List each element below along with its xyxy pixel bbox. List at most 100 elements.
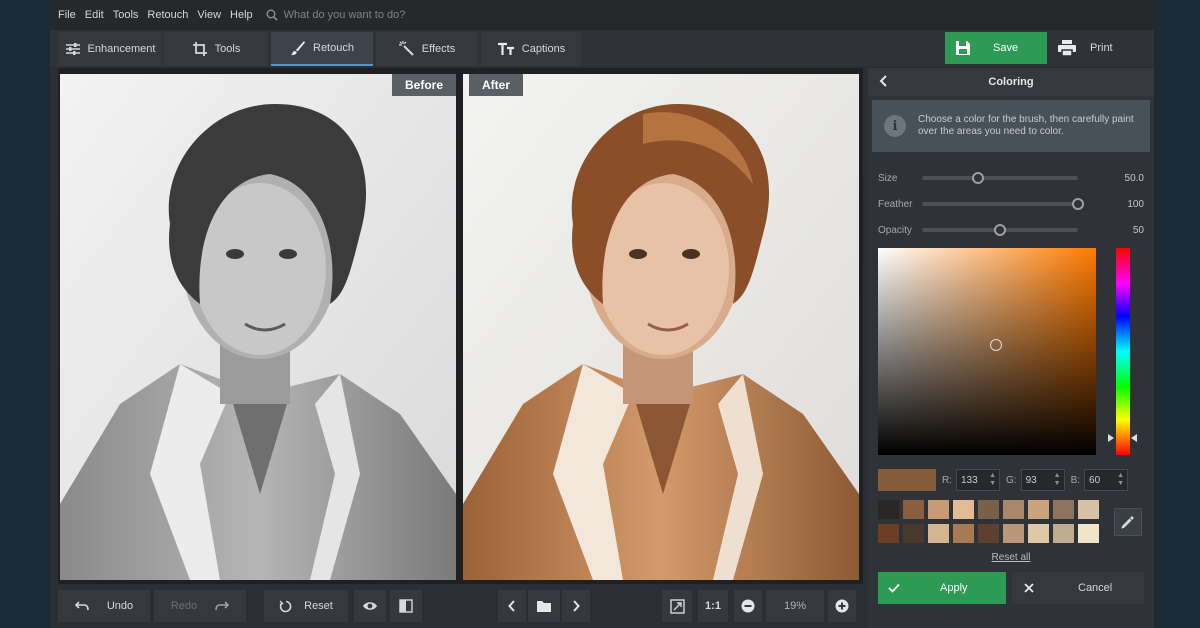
before-photo[interactable]: Before	[60, 74, 456, 580]
hue-slider[interactable]	[1116, 248, 1130, 455]
current-color-swatch	[878, 469, 936, 491]
preview-toggle-button[interactable]	[354, 590, 386, 622]
reset-all-link[interactable]: Reset all	[868, 552, 1154, 563]
color-swatch[interactable]	[878, 500, 899, 519]
color-picker-field[interactable]	[878, 248, 1096, 455]
search-placeholder: What do you want to do?	[283, 9, 406, 21]
color-swatch[interactable]	[928, 500, 949, 519]
color-swatch[interactable]	[1028, 500, 1049, 519]
open-folder-button[interactable]	[528, 590, 560, 622]
undo-button[interactable]: Undo	[58, 590, 150, 622]
color-swatch[interactable]	[1078, 523, 1099, 543]
redo-button[interactable]: Redo	[154, 590, 246, 622]
color-swatch[interactable]	[953, 523, 974, 543]
feather-label: Feather	[878, 198, 913, 210]
color-swatch[interactable]	[903, 523, 924, 543]
color-swatch[interactable]	[978, 523, 999, 543]
blue-input[interactable]: 60 ▲ ▼	[1084, 469, 1129, 491]
color-swatch[interactable]	[1078, 500, 1099, 519]
color-swatch[interactable]	[1028, 523, 1049, 543]
info-box: i Choose a color for the brush, then car…	[872, 100, 1150, 152]
previous-image-button[interactable]	[498, 590, 526, 622]
zoom-level[interactable]: 19%	[766, 590, 824, 622]
tab-tools[interactable]: Tools	[164, 32, 268, 66]
blue-spinner-icon[interactable]: ▲ ▼	[1117, 472, 1124, 488]
close-icon	[1024, 583, 1034, 593]
tab-retouch[interactable]: Retouch	[271, 32, 373, 66]
menu-tools[interactable]: Tools	[113, 9, 139, 21]
main-toolbar: Enhancement Tools Retouch Effects Captio…	[50, 30, 1154, 66]
compare-icon	[399, 599, 413, 613]
opacity-slider[interactable]	[922, 224, 1078, 236]
hue-pointer-right-icon[interactable]	[1131, 434, 1137, 442]
save-label: Save	[993, 42, 1019, 54]
feather-slider-thumb[interactable]	[1072, 198, 1084, 210]
after-photo[interactable]: After	[463, 74, 859, 580]
color-picker-cursor[interactable]	[989, 339, 1002, 352]
red-spinner-icon[interactable]: ▲ ▼	[989, 472, 996, 488]
zoom-out-button[interactable]	[734, 590, 762, 622]
reset-button[interactable]: Reset	[264, 590, 348, 622]
color-swatch[interactable]	[1003, 500, 1024, 519]
menu-file[interactable]: File	[58, 9, 76, 21]
command-search[interactable]: What do you want to do?	[266, 9, 406, 21]
photo-canvas[interactable]: Before After	[58, 68, 863, 584]
compare-button[interactable]	[390, 590, 422, 622]
color-swatch[interactable]	[928, 523, 949, 543]
color-swatch[interactable]	[903, 500, 924, 519]
tab-enhancement[interactable]: Enhancement	[58, 32, 162, 66]
undo-label: Undo	[106, 600, 134, 612]
back-arrow-icon[interactable]	[878, 74, 888, 88]
red-input[interactable]: 133 ▲ ▼	[956, 469, 1000, 491]
color-swatch[interactable]	[1003, 523, 1024, 543]
tab-effects[interactable]: Effects	[376, 32, 478, 66]
print-label: Print	[1090, 42, 1113, 54]
feather-slider[interactable]	[922, 198, 1084, 210]
hue-pointer-left-icon[interactable]	[1108, 434, 1114, 442]
zoom-in-icon	[835, 599, 849, 613]
cancel-button[interactable]: Cancel	[1012, 572, 1144, 604]
blue-value: 60	[1089, 474, 1101, 486]
opacity-label: Opacity	[878, 224, 912, 236]
zoom-in-button[interactable]	[828, 590, 856, 622]
color-swatch[interactable]	[953, 500, 974, 519]
green-input[interactable]: 93 ▲ ▼	[1020, 469, 1065, 491]
size-slider-thumb[interactable]	[972, 172, 985, 184]
next-image-button[interactable]	[562, 590, 590, 622]
rgb-input-row: R: 133 ▲ ▼ G: 93 ▲ ▼ B: 60 ▲ ▼	[878, 468, 1144, 492]
magic-wand-icon	[398, 41, 414, 56]
menu-retouch[interactable]: Retouch	[147, 9, 188, 21]
green-value: 93	[1025, 474, 1037, 486]
print-button[interactable]: Print	[1050, 32, 1154, 64]
feather-value: 100	[1127, 198, 1144, 210]
red-value: 133	[961, 474, 978, 486]
fit-screen-icon	[669, 598, 685, 614]
menu-help[interactable]: Help	[230, 9, 253, 21]
green-spinner-icon[interactable]: ▲ ▼	[1054, 472, 1061, 488]
color-swatch[interactable]	[1053, 500, 1074, 519]
apply-button[interactable]: Apply	[878, 572, 1006, 604]
color-swatch[interactable]	[878, 523, 899, 543]
eyedropper-icon	[1121, 516, 1134, 529]
menu-view[interactable]: View	[197, 9, 221, 21]
color-swatch[interactable]	[978, 500, 999, 519]
color-swatch[interactable]	[1053, 523, 1074, 543]
apply-label: Apply	[940, 582, 968, 594]
fit-to-screen-button[interactable]	[662, 590, 692, 622]
opacity-slider-thumb[interactable]	[994, 224, 1006, 236]
save-button[interactable]: Save	[945, 32, 1047, 64]
panel-title: Coloring	[988, 76, 1034, 88]
brush-icon	[291, 41, 305, 56]
eyedropper-button[interactable]	[1114, 508, 1142, 536]
feather-slider-row: Feather 100	[878, 196, 1144, 212]
eye-icon	[363, 602, 377, 610]
tab-captions[interactable]: Captions	[481, 32, 581, 66]
size-slider[interactable]	[922, 172, 1078, 184]
before-label: Before	[391, 74, 456, 96]
search-icon	[266, 9, 278, 21]
info-text: Choose a color for the brush, then caref…	[918, 114, 1134, 137]
zoom-out-icon	[741, 599, 755, 613]
menu-edit[interactable]: Edit	[85, 9, 104, 21]
actual-size-button[interactable]: 1:1	[698, 590, 728, 622]
chevron-right-icon	[573, 600, 580, 612]
